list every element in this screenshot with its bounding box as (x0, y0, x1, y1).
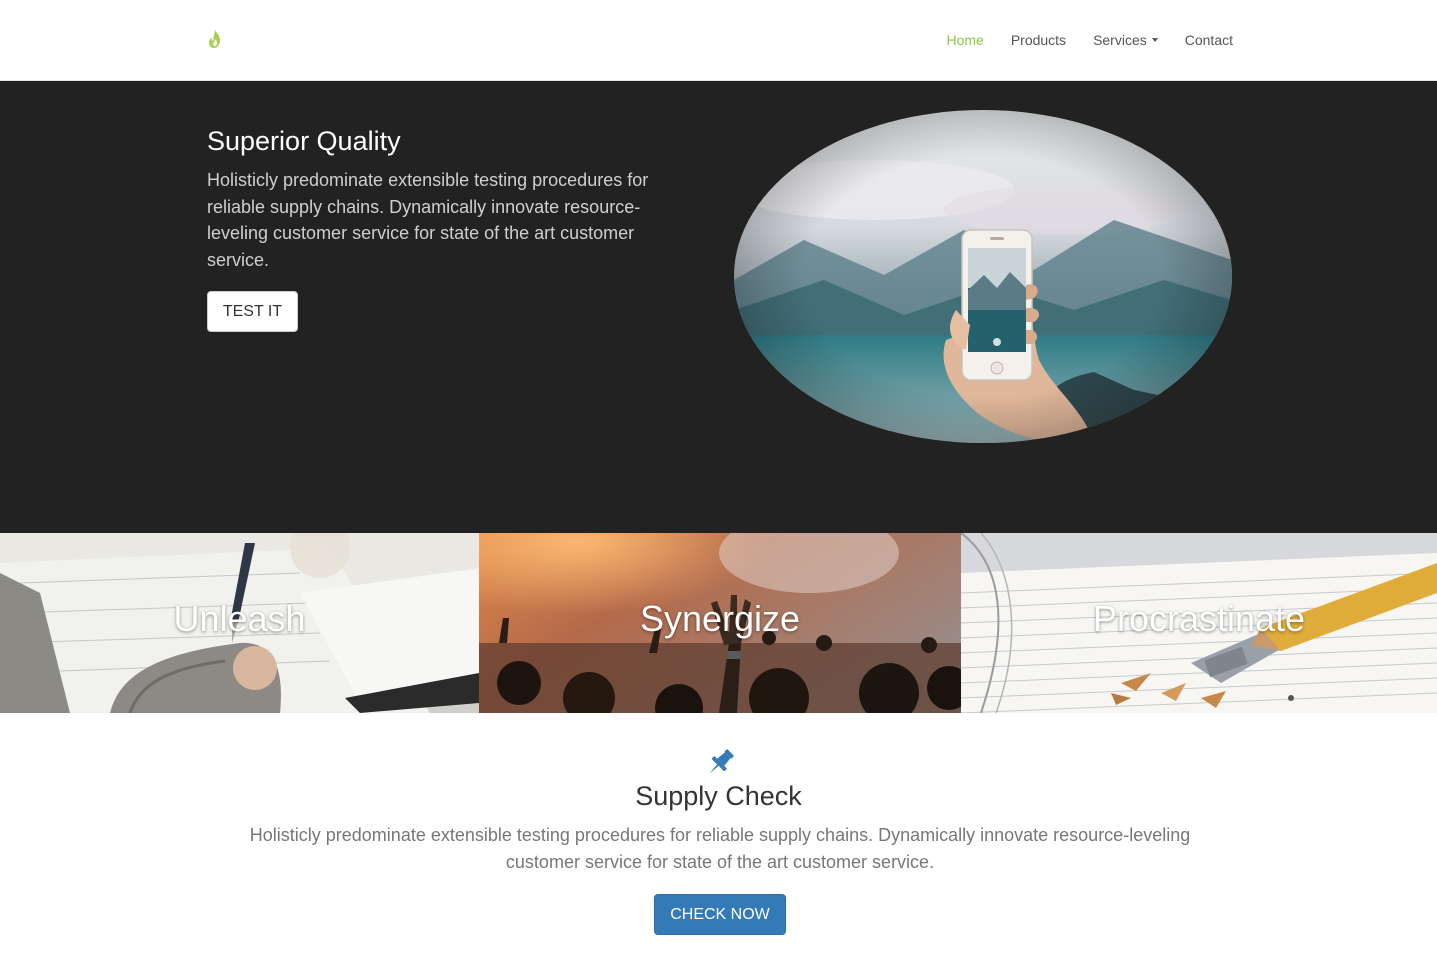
tile-procrastinate-label: Procrastinate (1092, 598, 1306, 639)
supply-check-title: Supply Check (635, 781, 802, 811)
tile-procrastinate[interactable]: Procrastinate (961, 533, 1437, 713)
test-it-button[interactable]: TEST IT (207, 291, 298, 332)
hero-title: Superior Quality (207, 126, 401, 156)
top-navbar: Home Products Services Contact (0, 0, 1437, 81)
main-nav: Home Products Services Contact (919, 0, 1233, 80)
supply-check-text: Holisticly predominate extensible testin… (249, 825, 1191, 872)
feature-tiles: Unleash Synergize Procrastinate (0, 533, 1437, 713)
nav-home[interactable]: Home (946, 32, 983, 48)
check-now-button[interactable]: CHECK NOW (654, 894, 786, 935)
nav-products[interactable]: Products (1011, 32, 1066, 48)
tile-synergize-label: Synergize (639, 598, 801, 639)
hero-section: Superior Quality Holisticly predominate … (0, 81, 1437, 533)
hero-image-phone-lake (734, 110, 1232, 443)
tile-unleash[interactable]: Unleash (0, 533, 479, 713)
pushpin-icon (702, 745, 738, 781)
hero-text: Holisticly predominate extensible testin… (207, 170, 649, 270)
nav-services[interactable]: Services (1093, 32, 1158, 48)
tile-synergize[interactable]: Synergize (479, 533, 961, 713)
tile-unleash-label: Unleash (173, 598, 306, 639)
nav-services-label: Services (1093, 32, 1147, 48)
caret-down-icon (1151, 38, 1158, 42)
flame-icon[interactable] (206, 29, 224, 49)
nav-contact[interactable]: Contact (1185, 32, 1233, 48)
